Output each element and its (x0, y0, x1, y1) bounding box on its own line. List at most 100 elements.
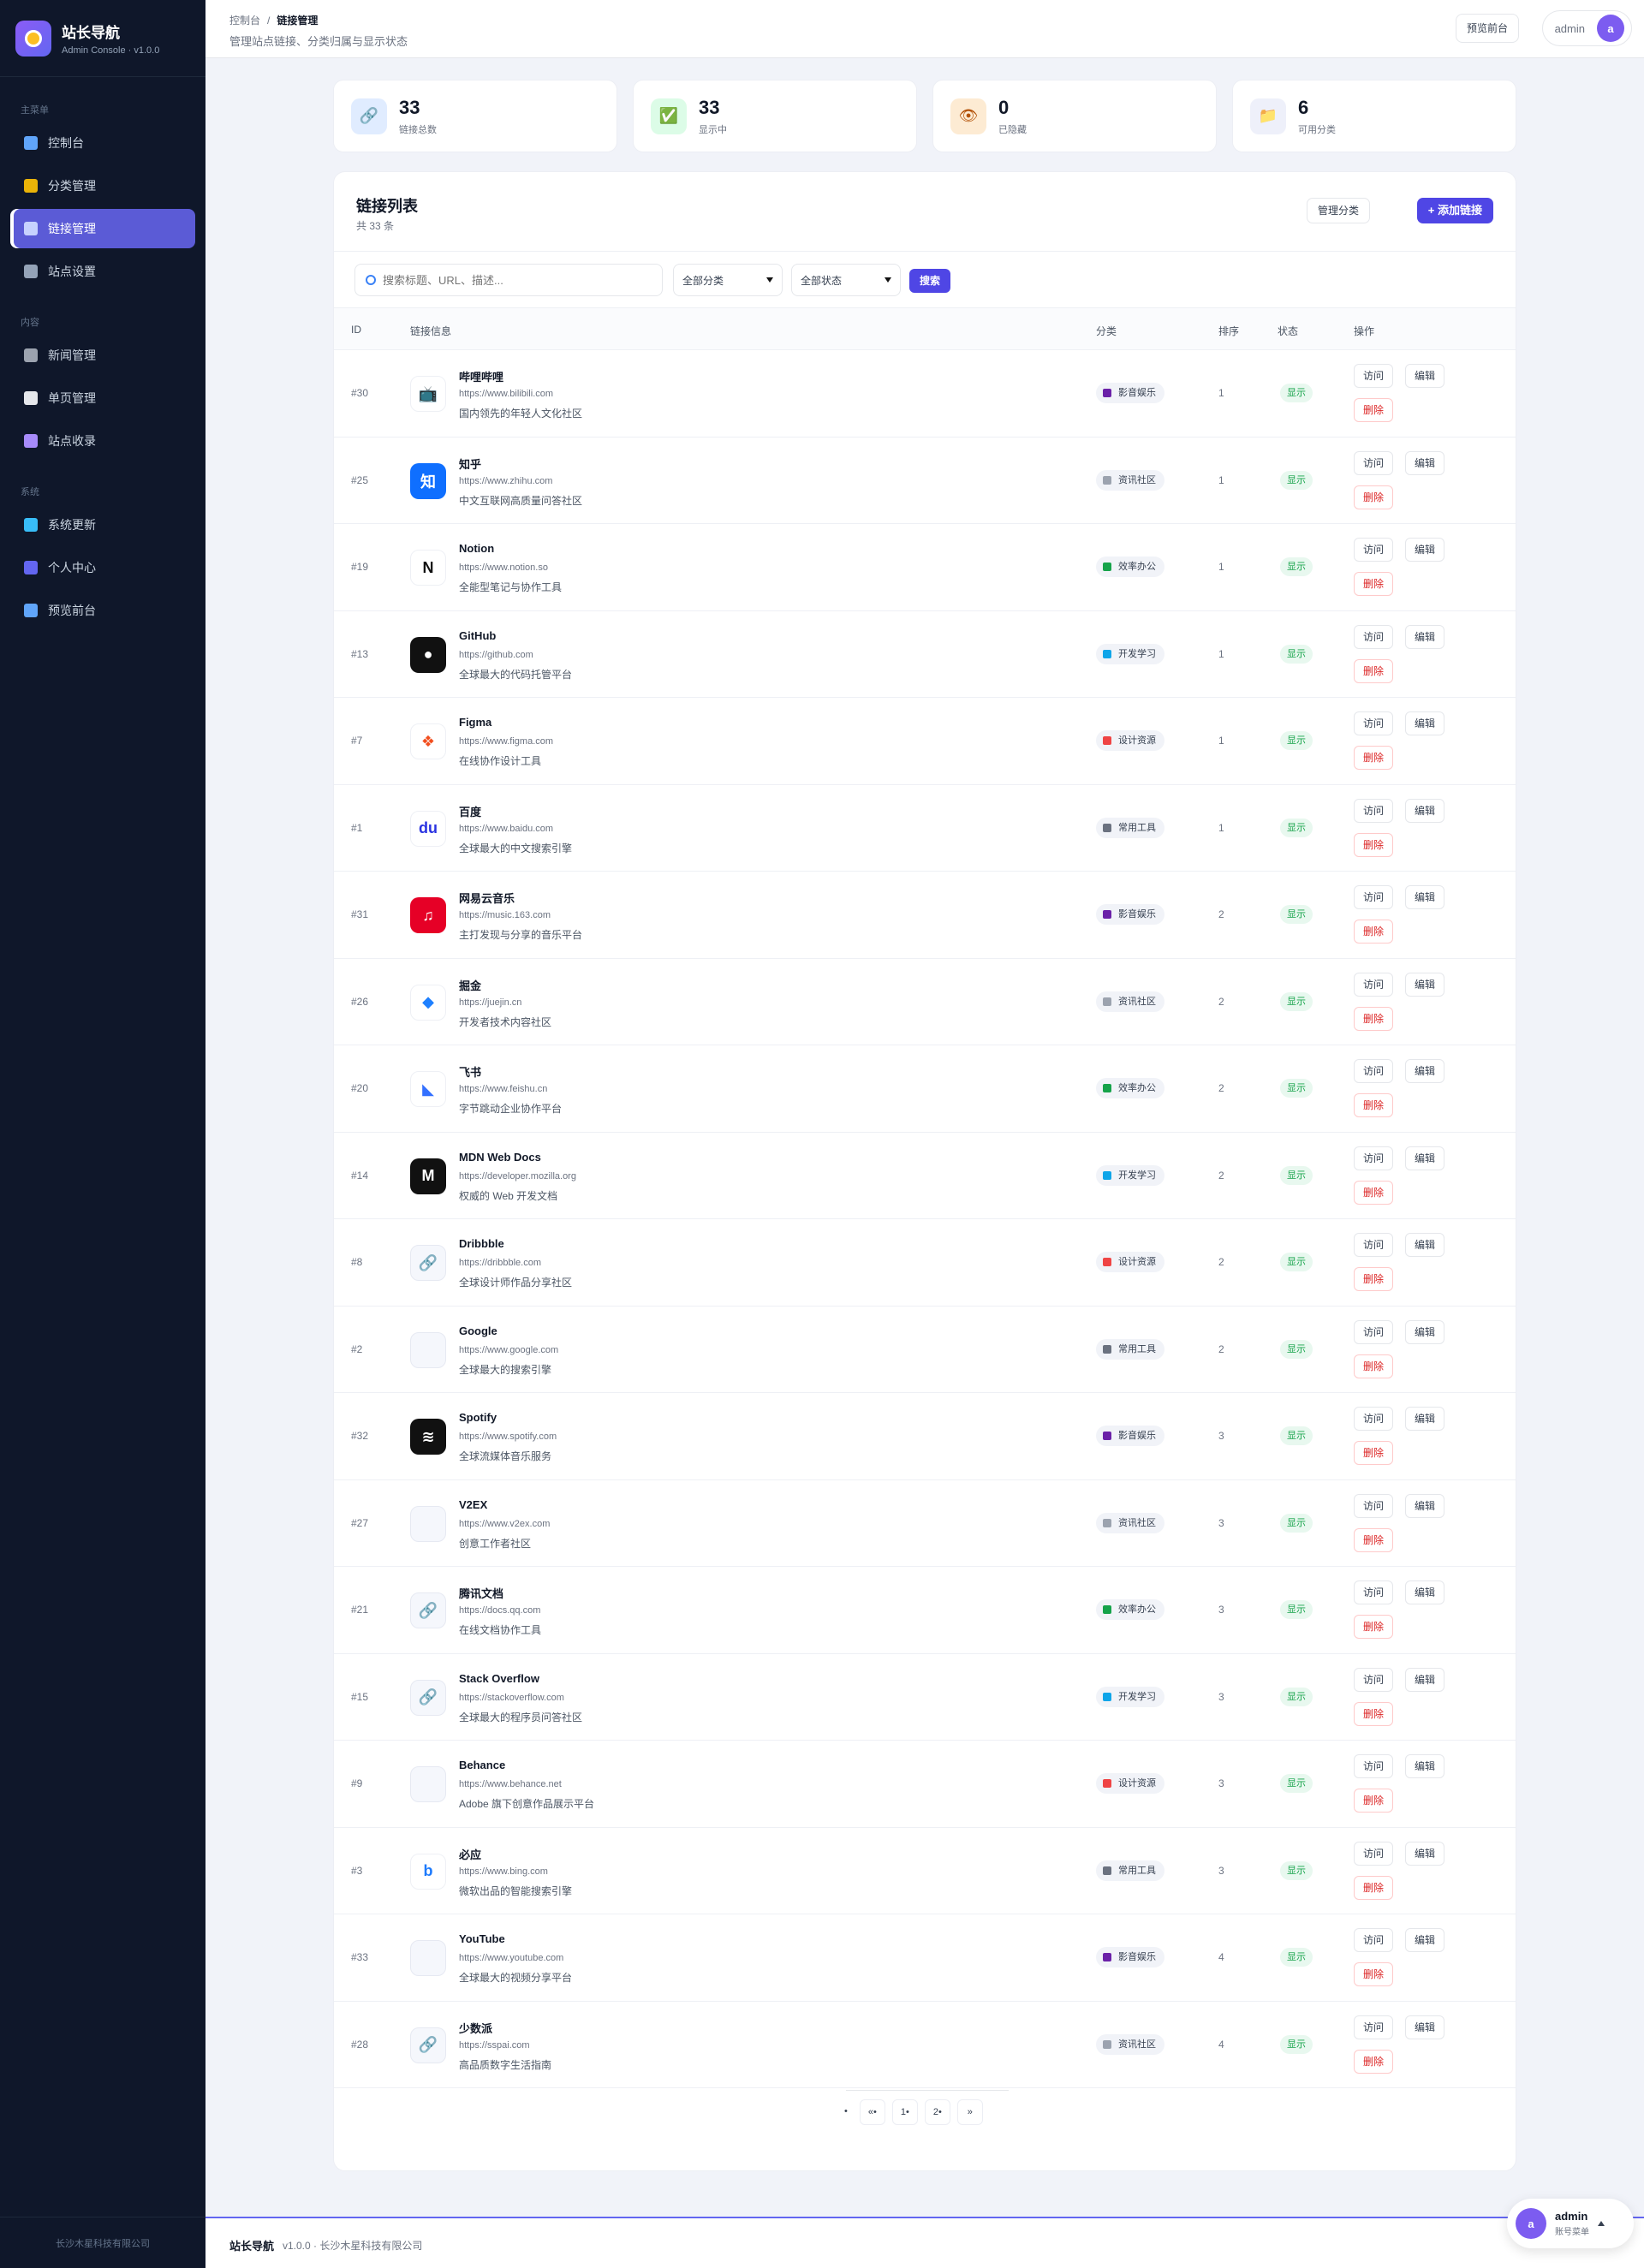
visit-button[interactable]: 访问 (1354, 450, 1394, 475)
sidebar-item-11[interactable]: 单页管理 (10, 378, 195, 418)
link-url[interactable]: https://www.bilibili.com (459, 389, 553, 399)
status-select[interactable]: 全部状态 (791, 264, 901, 296)
manage-categories-button[interactable]: 管理分类 (1306, 198, 1370, 223)
visit-button[interactable]: 访问 (1354, 972, 1394, 997)
visit-button[interactable]: 访问 (1354, 885, 1394, 909)
user-menu[interactable]: admin a (1541, 10, 1632, 46)
page-button-0[interactable]: • (839, 2099, 853, 2125)
link-url[interactable]: https://www.behance.net (459, 1779, 562, 1789)
edit-button[interactable]: 编辑 (1405, 1319, 1445, 1344)
edit-button[interactable]: 编辑 (1405, 1059, 1445, 1083)
delete-button[interactable]: 删除 (1354, 1441, 1394, 1465)
link-url[interactable]: https://docs.qq.com (459, 1605, 540, 1616)
visit-button[interactable]: 访问 (1354, 2015, 1394, 2039)
sidebar-item-20[interactable]: 系统更新 (10, 505, 195, 545)
delete-button[interactable]: 删除 (1354, 2049, 1394, 2074)
page-button-1[interactable]: «• (859, 2099, 885, 2125)
edit-button[interactable]: 编辑 (1405, 1233, 1445, 1257)
visit-button[interactable]: 访问 (1354, 1493, 1394, 1518)
search-box[interactable] (354, 264, 663, 296)
visit-button[interactable]: 访问 (1354, 1407, 1394, 1431)
visit-button[interactable]: 访问 (1354, 1146, 1394, 1170)
preview-frontend-button[interactable]: 预览前台 (1455, 14, 1519, 43)
edit-button[interactable]: 编辑 (1405, 1667, 1445, 1692)
page-button-4[interactable]: » (956, 2099, 983, 2125)
edit-button[interactable]: 编辑 (1405, 1754, 1445, 1778)
visit-button[interactable]: 访问 (1354, 711, 1394, 735)
edit-button[interactable]: 编辑 (1405, 364, 1445, 388)
link-url[interactable]: https://www.google.com (459, 1345, 558, 1355)
sidebar-item-10[interactable]: 新闻管理 (10, 336, 195, 375)
search-button[interactable]: 搜索 (909, 269, 951, 293)
link-url[interactable]: https://developer.mozilla.org (459, 1171, 576, 1182)
link-url[interactable]: https://www.youtube.com (459, 1953, 563, 1963)
category-select[interactable]: 全部分类 (673, 264, 783, 296)
delete-button[interactable]: 删除 (1354, 398, 1394, 422)
link-url[interactable]: https://www.notion.so (459, 563, 548, 573)
edit-button[interactable]: 编辑 (1405, 1580, 1445, 1604)
delete-button[interactable]: 删除 (1354, 1789, 1394, 1813)
search-input[interactable] (383, 273, 640, 287)
add-link-button[interactable]: + 添加链接 (1416, 198, 1493, 223)
delete-button[interactable]: 删除 (1354, 1875, 1394, 1900)
edit-button[interactable]: 编辑 (1405, 1928, 1445, 1952)
link-url[interactable]: https://sspai.com (459, 2040, 530, 2051)
sidebar-item-21[interactable]: 个人中心 (10, 548, 195, 587)
delete-button[interactable]: 删除 (1354, 832, 1394, 857)
delete-button[interactable]: 删除 (1354, 1006, 1394, 1031)
link-url[interactable]: https://dribbble.com (459, 1258, 541, 1268)
sidebar-item-0[interactable]: 控制台 (10, 123, 195, 163)
edit-button[interactable]: 编辑 (1405, 538, 1445, 562)
link-url[interactable]: https://github.com (459, 650, 533, 660)
link-url[interactable]: https://www.spotify.com (459, 1432, 557, 1442)
sidebar-item-3[interactable]: 站点设置 (10, 252, 195, 291)
visit-button[interactable]: 访问 (1354, 1841, 1394, 1866)
sidebar-item-22[interactable]: 预览前台 (10, 591, 195, 630)
delete-button[interactable]: 删除 (1354, 1180, 1394, 1205)
edit-button[interactable]: 编辑 (1405, 1841, 1445, 1866)
visit-button[interactable]: 访问 (1354, 1319, 1394, 1344)
delete-button[interactable]: 删除 (1354, 746, 1394, 770)
edit-button[interactable]: 编辑 (1405, 711, 1445, 735)
page-button-2[interactable]: 1• (891, 2099, 918, 2125)
visit-button[interactable]: 访问 (1354, 1667, 1394, 1692)
breadcrumb-home[interactable]: 控制台 (229, 15, 260, 27)
delete-button[interactable]: 删除 (1354, 658, 1394, 683)
edit-button[interactable]: 编辑 (1405, 1407, 1445, 1431)
delete-button[interactable]: 删除 (1354, 1962, 1394, 1986)
sidebar-item-2[interactable]: 链接管理 (10, 209, 195, 248)
brand[interactable]: 站长导航 Admin Console · v1.0.0 (0, 0, 206, 77)
link-url[interactable]: https://www.bing.com (459, 1866, 548, 1877)
visit-button[interactable]: 访问 (1354, 798, 1394, 823)
delete-button[interactable]: 删除 (1354, 1267, 1394, 1291)
link-url[interactable]: https://www.v2ex.com (459, 1519, 550, 1529)
link-url[interactable]: https://www.zhihu.com (459, 476, 552, 486)
delete-button[interactable]: 删除 (1354, 1354, 1394, 1378)
delete-button[interactable]: 删除 (1354, 1093, 1394, 1117)
link-url[interactable]: https://music.163.com (459, 910, 551, 920)
visit-button[interactable]: 访问 (1354, 1059, 1394, 1083)
edit-button[interactable]: 编辑 (1405, 798, 1445, 823)
edit-button[interactable]: 编辑 (1405, 450, 1445, 475)
edit-button[interactable]: 编辑 (1405, 1493, 1445, 1518)
visit-button[interactable]: 访问 (1354, 538, 1394, 562)
sidebar-item-1[interactable]: 分类管理 (10, 166, 195, 205)
link-url[interactable]: https://www.figma.com (459, 736, 553, 747)
delete-button[interactable]: 删除 (1354, 485, 1394, 509)
delete-button[interactable]: 删除 (1354, 572, 1394, 596)
delete-button[interactable]: 删除 (1354, 1701, 1394, 1726)
visit-button[interactable]: 访问 (1354, 1754, 1394, 1778)
link-url[interactable]: https://www.baidu.com (459, 824, 553, 834)
edit-button[interactable]: 编辑 (1405, 624, 1445, 649)
visit-button[interactable]: 访问 (1354, 1580, 1394, 1604)
visit-button[interactable]: 访问 (1354, 1928, 1394, 1952)
visit-button[interactable]: 访问 (1354, 364, 1394, 388)
edit-button[interactable]: 编辑 (1405, 2015, 1445, 2039)
link-url[interactable]: https://www.feishu.cn (459, 1084, 547, 1094)
floating-account-menu[interactable]: a admin 账号菜单 (1507, 2199, 1634, 2248)
edit-button[interactable]: 编辑 (1405, 885, 1445, 909)
delete-button[interactable]: 删除 (1354, 1615, 1394, 1639)
sidebar-item-12[interactable]: 站点收录 (10, 421, 195, 461)
visit-button[interactable]: 访问 (1354, 624, 1394, 649)
page-button-3[interactable]: 2• (924, 2099, 950, 2125)
